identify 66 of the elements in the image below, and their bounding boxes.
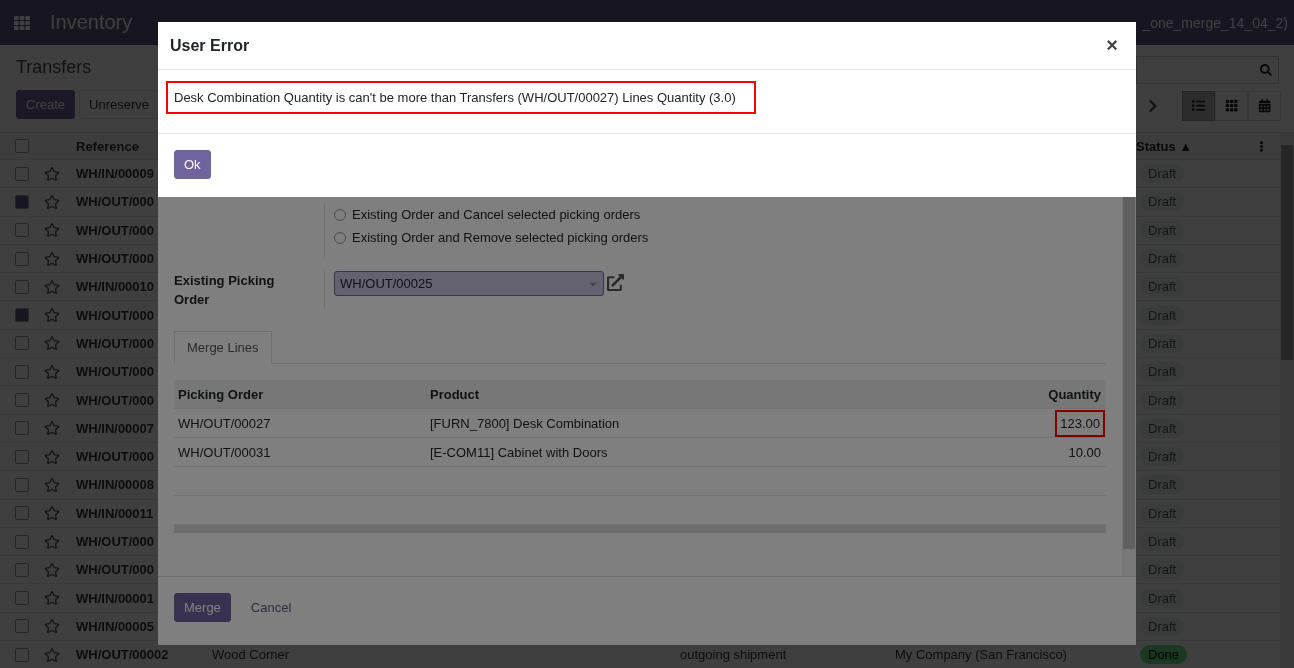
table-cell-text: [E-COM11] Cabinet with Doors [429,444,609,460]
table-cell: 123.00 [1055,409,1105,437]
checkbox[interactable] [15,506,29,521]
star-icon[interactable] [44,448,60,465]
checkbox[interactable] [15,364,29,379]
star-icon[interactable] [44,392,60,408]
star-icon[interactable] [44,363,60,380]
star-icon[interactable] [44,476,60,493]
search-icon [1260,64,1272,76]
checkbox[interactable] [15,336,29,351]
ok-button[interactable]: Ok [174,150,211,179]
dialog-title: User Error [170,36,250,55]
checkbox[interactable] [15,534,29,549]
close-button[interactable]: × [1100,33,1124,58]
list-icon [1191,99,1206,113]
radio-option[interactable]: Existing Order and Remove selected picking orders [334,230,649,245]
checkbox[interactable] [15,562,29,577]
checkbox[interactable] [15,139,29,153]
star-icon[interactable] [44,420,60,437]
checkbox[interactable] [15,619,29,634]
column-header: Product [429,386,481,402]
star-icon[interactable] [44,335,60,352]
checkbox[interactable] [15,279,29,294]
star-icon[interactable] [44,278,60,295]
checkbox[interactable] [15,647,29,662]
external-link-icon[interactable] [607,274,624,291]
error-message: Desk Combination Quantity is can't be more than Transfers (WH/OUT/00027) Lines Quantity (3.0) [166,81,756,114]
search-field[interactable] [1136,56,1279,84]
column-header: Picking Order [177,386,265,402]
checkbox[interactable] [15,393,29,407]
star-icon[interactable] [44,590,60,607]
table-cell-text: 10.00 [1067,444,1102,460]
checkbox[interactable] [15,194,29,209]
checkbox[interactable] [15,421,29,436]
merge-button[interactable]: Merge [174,593,231,622]
apps-menu-icon[interactable] [14,14,30,31]
checkbox[interactable] [15,477,29,492]
tab[interactable]: Merge Lines [174,331,272,364]
checkbox[interactable] [15,166,29,181]
checkbox[interactable] [15,223,29,238]
star-icon[interactable] [44,193,60,210]
cancel-link[interactable]: Cancel [244,599,298,616]
star-icon[interactable] [44,505,60,522]
status-badge: Done [1140,645,1188,665]
picking-order-select[interactable]: WH/OUT/00025 [334,271,604,296]
checkbox[interactable] [15,591,29,606]
checkbox[interactable] [15,449,29,464]
star-icon[interactable] [44,646,60,663]
grid-icon [1224,99,1239,113]
checkbox[interactable] [15,308,29,323]
table-cell-text: [FURN_7800] Desk Combination [429,415,621,431]
star-icon[interactable] [44,250,60,267]
star-icon[interactable] [44,222,60,239]
star-icon[interactable] [44,307,60,324]
star-icon[interactable] [44,561,60,578]
field-label: Existing Picking Order [174,272,276,309]
table-cell-text: WH/OUT/00027 [177,415,272,431]
checkbox[interactable] [15,251,29,266]
table-cell-text: WH/OUT/00031 [177,444,272,460]
radio-option[interactable]: Existing Order and Cancel selected picking orders [334,207,649,222]
column-header: Quantity [1047,386,1102,402]
star-icon[interactable] [44,165,60,182]
view-switch-button[interactable] [1182,91,1215,121]
star-icon[interactable] [44,618,60,635]
calendar-icon [1257,99,1272,113]
star-icon[interactable] [44,533,60,550]
